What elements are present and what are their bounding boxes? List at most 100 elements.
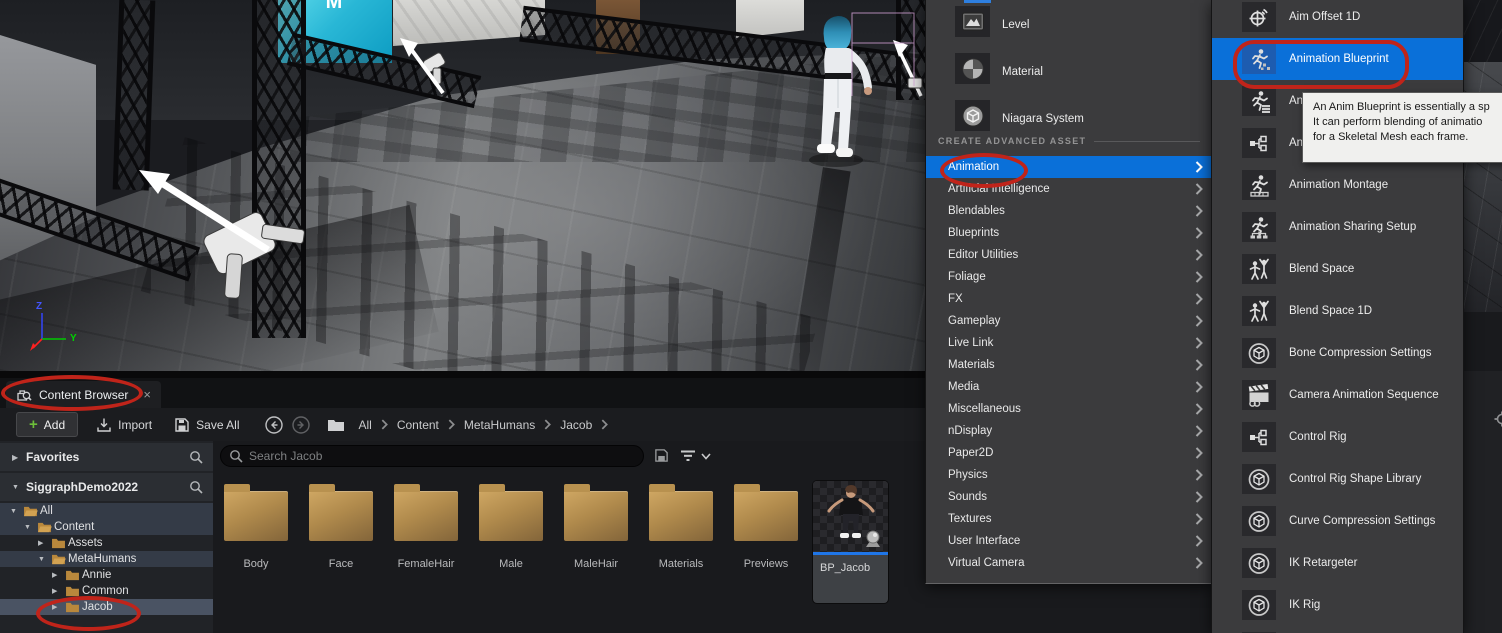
folder-materials[interactable]: Materials <box>646 481 716 570</box>
menu-item-level[interactable]: Level <box>926 6 1212 53</box>
project-header[interactable]: ▼ SiggraphDemo2022 <box>0 473 213 501</box>
import-icon <box>96 417 112 433</box>
menu-item-ndisplay[interactable]: nDisplay <box>926 420 1212 442</box>
tree-item-annie[interactable]: ▶Annie <box>0 567 213 583</box>
tree-item-common[interactable]: ▶Common <box>0 583 213 599</box>
breadcrumb-jacob[interactable]: Jacob <box>560 418 592 432</box>
tree-item-all[interactable]: ▼All <box>0 503 213 519</box>
submenu-item-aim-offset-1d[interactable]: Aim Offset 1D <box>1212 0 1463 38</box>
tree-item-metahumans[interactable]: ▼MetaHumans <box>0 551 213 567</box>
menu-item-gameplay[interactable]: Gameplay <box>926 310 1212 332</box>
menu-item-virtual-camera[interactable]: Virtual Camera <box>926 552 1212 574</box>
submenu-item-ik-retargeter[interactable]: IK Retargeter <box>1212 542 1463 584</box>
chevron-right-icon <box>544 419 551 430</box>
folder-icon <box>649 491 713 541</box>
clapper-icon <box>1247 383 1271 407</box>
menu-item-paper2d[interactable]: Paper2D <box>926 442 1212 464</box>
submenu-item-partial[interactable] <box>1212 626 1463 633</box>
add-button-label: Add <box>44 418 65 432</box>
menu-item-blendables[interactable]: Blendables <box>926 200 1212 222</box>
nav-forward-icon[interactable] <box>291 415 311 435</box>
asset-bp-jacob[interactable]: BP_Jacob <box>813 481 888 603</box>
breadcrumb-metahumans[interactable]: MetaHumans <box>464 418 535 432</box>
tab-content-browser[interactable]: Content Browser × <box>6 381 161 408</box>
folder-male[interactable]: Male <box>476 481 546 570</box>
graph-icon <box>1247 425 1271 449</box>
search-icon[interactable] <box>189 450 203 464</box>
section-header: CREATE ADVANCED ASSET <box>938 136 1200 146</box>
submenu-arrow-icon <box>1195 381 1203 393</box>
expander-icon[interactable]: ▶ <box>52 587 65 595</box>
folder-femalehair[interactable]: FemaleHair <box>391 481 461 570</box>
search-assets-input[interactable] <box>220 445 644 467</box>
expander-icon[interactable]: ▶ <box>52 571 65 579</box>
cube-circle-icon <box>1247 551 1271 575</box>
submenu-item-control-rig[interactable]: Control Rig <box>1212 416 1463 458</box>
folder-icon <box>734 491 798 541</box>
submenu-item-bone-compression-settings[interactable]: Bone Compression Settings <box>1212 332 1463 374</box>
expander-icon[interactable]: ▼ <box>10 508 23 515</box>
plus-icon: + <box>29 417 38 432</box>
breadcrumb-separator <box>544 419 551 430</box>
graph-tile <box>1242 422 1276 452</box>
selection-wireframe <box>852 13 914 96</box>
save-all-label: Save All <box>196 418 239 432</box>
folder-previews[interactable]: Previews <box>731 481 801 570</box>
folder-face[interactable]: Face <box>306 481 376 570</box>
menu-item-fx[interactable]: FX <box>926 288 1212 310</box>
submenu-item-control-rig-shape-library[interactable]: Control Rig Shape Library <box>1212 458 1463 500</box>
nav-back-icon[interactable] <box>264 415 284 435</box>
menu-item-sounds[interactable]: Sounds <box>926 486 1212 508</box>
submenu-item-animation-blueprint[interactable]: Animation Blueprint <box>1212 38 1463 80</box>
submenu-item-blend-space[interactable]: Blend Space <box>1212 248 1463 290</box>
gear-icon[interactable] <box>1494 411 1502 427</box>
expander-icon[interactable]: ▶ <box>38 539 51 547</box>
folder-breadcrumb-icon <box>327 418 345 432</box>
chevron-down-icon[interactable] <box>701 453 711 460</box>
expander-icon[interactable]: ▶ <box>52 603 65 611</box>
menu-item-editor-utilities[interactable]: Editor Utilities <box>926 244 1212 266</box>
favorites-header[interactable]: ▶ Favorites <box>0 443 213 471</box>
tree-item-jacob[interactable]: ▶Jacob <box>0 599 213 615</box>
folder-body[interactable]: Body <box>221 481 291 570</box>
runner-tree-icon <box>1247 215 1271 239</box>
menu-item-blueprints[interactable]: Blueprints <box>926 222 1212 244</box>
expander-icon[interactable]: ▼ <box>12 484 26 491</box>
breadcrumb-all[interactable]: All <box>359 418 372 432</box>
submenu-item-animation-montage[interactable]: Animation Montage <box>1212 164 1463 206</box>
tree-item-content[interactable]: ▼Content <box>0 519 213 535</box>
folder-malehair[interactable]: MaleHair <box>561 481 631 570</box>
breadcrumb-separator <box>381 419 388 430</box>
submenu-item-camera-animation-sequence[interactable]: Camera Animation Sequence <box>1212 374 1463 416</box>
tab-close-icon[interactable]: × <box>143 387 151 402</box>
asset-thumbnail <box>813 481 888 552</box>
expander-icon[interactable]: ▶ <box>12 453 26 462</box>
tree-item-assets[interactable]: ▶Assets <box>0 535 213 551</box>
menu-item-physics[interactable]: Physics <box>926 464 1212 486</box>
submenu-item-animation-sharing-setup[interactable]: Animation Sharing Setup <box>1212 206 1463 248</box>
expander-icon[interactable]: ▼ <box>38 556 51 563</box>
menu-item-material[interactable]: Material <box>926 53 1212 100</box>
submenu-item-ik-rig[interactable]: IK Rig <box>1212 584 1463 626</box>
save-all-button[interactable]: Save All <box>174 417 239 433</box>
save-search-icon[interactable] <box>654 448 669 463</box>
menu-item-live-link[interactable]: Live Link <box>926 332 1212 354</box>
add-button[interactable]: + Add <box>16 412 78 437</box>
cutoff-item-underline <box>964 0 991 3</box>
import-button[interactable]: Import <box>96 417 152 433</box>
menu-item-animation[interactable]: Animation <box>926 156 1212 178</box>
search-icon[interactable] <box>189 480 203 494</box>
menu-item-miscellaneous[interactable]: Miscellaneous <box>926 398 1212 420</box>
basic-asset-list: LevelMaterialNiagara System <box>926 6 1212 147</box>
breadcrumb-content[interactable]: Content <box>397 418 439 432</box>
menu-item-textures[interactable]: Textures <box>926 508 1212 530</box>
menu-item-media[interactable]: Media <box>926 376 1212 398</box>
menu-item-materials[interactable]: Materials <box>926 354 1212 376</box>
submenu-item-curve-compression-settings[interactable]: Curve Compression Settings <box>1212 500 1463 542</box>
menu-item-artificial-intelligence[interactable]: Artificial Intelligence <box>926 178 1212 200</box>
submenu-item-blend-space-1d[interactable]: Blend Space 1D <box>1212 290 1463 332</box>
menu-item-user-interface[interactable]: User Interface <box>926 530 1212 552</box>
menu-item-foliage[interactable]: Foliage <box>926 266 1212 288</box>
expander-icon[interactable]: ▼ <box>24 524 37 531</box>
filter-icon[interactable] <box>680 450 696 462</box>
